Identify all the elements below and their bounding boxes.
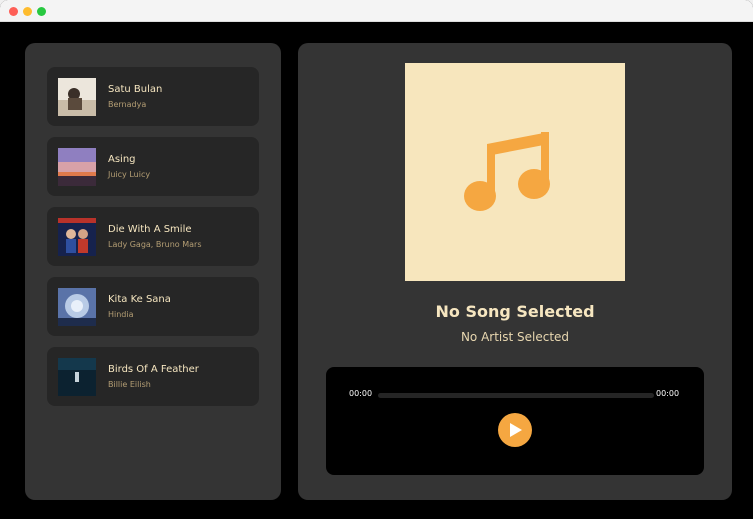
- album-cover: [58, 148, 96, 186]
- play-button[interactable]: [498, 413, 532, 447]
- playback-controls: 00:00 00:00: [326, 367, 704, 475]
- playlist-panel: Satu Bulan Bernadya Asing Juicy Luicy Di…: [25, 43, 281, 500]
- close-window-button[interactable]: [9, 7, 18, 16]
- song-title: Satu Bulan: [108, 84, 163, 95]
- album-cover: [58, 288, 96, 326]
- now-playing-title: No Song Selected: [435, 302, 595, 321]
- song-title: Birds Of A Feather: [108, 364, 199, 375]
- song-title: Kita Ke Sana: [108, 294, 171, 305]
- album-cover: [58, 78, 96, 116]
- album-artwork: [405, 63, 625, 281]
- album-cover: [58, 218, 96, 256]
- minimize-window-button[interactable]: [23, 7, 32, 16]
- title-bar: [0, 0, 753, 22]
- song-artist: Juicy Luicy: [108, 170, 151, 179]
- song-title: Asing: [108, 154, 136, 165]
- music-note-icon: [464, 132, 550, 211]
- song-artist: Bernadya: [108, 100, 147, 109]
- now-playing-artist: No Artist Selected: [460, 330, 570, 344]
- song-item-die-with-a-smile[interactable]: Die With A Smile Lady Gaga, Bruno Mars: [47, 207, 259, 266]
- song-item-birds-of-a-feather[interactable]: Birds Of A Feather Billie Eilish: [47, 347, 259, 406]
- play-icon: [510, 423, 522, 437]
- song-item-kita-ke-sana[interactable]: Kita Ke Sana Hindia: [47, 277, 259, 336]
- song-title: Die With A Smile: [108, 224, 192, 235]
- progress-bar[interactable]: [378, 393, 654, 398]
- duration: 00:00: [656, 389, 680, 398]
- app-window: Satu Bulan Bernadya Asing Juicy Luicy Di…: [0, 0, 753, 519]
- song-artist: Lady Gaga, Bruno Mars: [108, 240, 202, 249]
- song-artist: Billie Eilish: [108, 380, 151, 389]
- album-cover: [58, 358, 96, 396]
- player-panel: No Song Selected No Artist Selected 00:0…: [298, 43, 732, 500]
- song-item-asing[interactable]: Asing Juicy Luicy: [47, 137, 259, 196]
- song-item-satu-bulan[interactable]: Satu Bulan Bernadya: [47, 67, 259, 126]
- song-artist: Hindia: [108, 310, 134, 319]
- current-time: 00:00: [349, 389, 373, 398]
- maximize-window-button[interactable]: [37, 7, 46, 16]
